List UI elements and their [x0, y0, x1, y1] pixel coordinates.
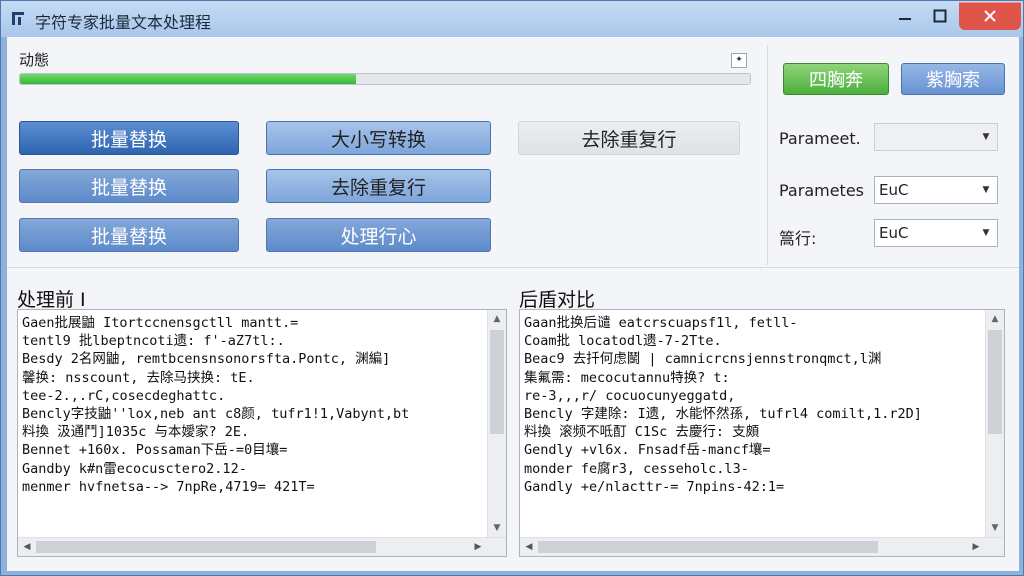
batch-replace-button-3[interactable]: 批量替换	[19, 218, 239, 252]
param-select-1[interactable]: ▼	[874, 123, 998, 151]
param-label-2: Parametes	[779, 181, 864, 200]
before-text-line: 馨换: nsscount, 去除马挟换: tE.	[22, 369, 255, 386]
scroll-right-icon[interactable]: ▶	[967, 538, 985, 556]
before-text-line: 料換 汲通鬥]1035c 与本嬡家? 2E.	[22, 424, 250, 441]
before-text: Gaen批展鼬 Itortccnensgctll mantt.= tentl9 批…	[22, 314, 486, 496]
horizontal-scrollbar[interactable]: ◀ ▶	[520, 537, 1004, 556]
chevron-down-icon: ▼	[982, 185, 990, 195]
window-title: 字符专家批量文本处理程	[35, 13, 212, 32]
before-text-line: tentl9 批lbeptncoti遗: f'-aZ7tl:.	[22, 333, 285, 350]
status-label: 动態	[19, 51, 50, 69]
scroll-up-icon[interactable]: ▲	[986, 310, 1004, 328]
before-textarea[interactable]: Gaen批展鼬 Itortccnensgctll mantt.= tentl9 批…	[17, 309, 507, 557]
remove-duplicates-button[interactable]: 去除重复行	[518, 121, 740, 155]
main-area: 动態 ✦ 批量替换 大小写转换 去除重复行 批量替换 去除重复行 批量替换 处理…	[7, 37, 1019, 571]
batch-replace-button-2[interactable]: 批量替换	[19, 169, 239, 203]
after-text-line: re-3,,,r/ cocuocunyeggatd,	[524, 387, 736, 404]
after-text-line: Gendly +vl6x. Fnsadf岳-mancf壤=	[524, 442, 771, 459]
title-bar[interactable]: 字符专家批量文本处理程	[1, 1, 1023, 37]
before-panel-title: 处理前 I	[17, 289, 86, 311]
maximize-icon	[933, 9, 947, 23]
divider-vertical	[767, 45, 768, 265]
after-text-line: Coam批 locatodl遗-7-2Tte.	[524, 333, 722, 350]
scroll-up-icon[interactable]: ▲	[488, 310, 506, 328]
scroll-left-icon[interactable]: ◀	[18, 538, 36, 556]
app-icon	[12, 12, 24, 25]
scroll-thumb[interactable]	[538, 541, 878, 553]
scroll-thumb[interactable]	[988, 330, 1002, 434]
scroll-right-icon[interactable]: ▶	[469, 538, 487, 556]
remove-duplicates-button-2[interactable]: 去除重复行	[266, 169, 491, 203]
vertical-scrollbar[interactable]: ▲ ▼	[487, 310, 506, 537]
chevron-down-icon: ▼	[982, 132, 990, 142]
after-text-line: Gaan批换后谴 eatcrscuapsf1l, fetll-	[524, 315, 798, 331]
scroll-down-icon[interactable]: ▼	[986, 519, 1004, 537]
scroll-down-icon[interactable]: ▼	[488, 519, 506, 537]
close-icon	[984, 10, 996, 22]
case-convert-button[interactable]: 大小写转换	[266, 121, 491, 155]
run-button[interactable]: 四胸奔	[783, 63, 889, 95]
scroll-thumb[interactable]	[36, 541, 376, 553]
close-button[interactable]	[959, 2, 1021, 30]
param-value-3: EuC	[879, 224, 909, 242]
param-label-1: Parameet.	[779, 129, 861, 148]
after-text-line: Bencly 字建除: I遗, 水能怀然孫, tufrl4 comilt,1.r…	[524, 406, 922, 423]
before-text-line: Bencly字技鼬''lox,neb ant c8颜, tufr1!1,Vaby…	[22, 406, 410, 423]
horizontal-scrollbar[interactable]: ◀ ▶	[18, 537, 506, 556]
before-text-line: menmer hvfnetsa--> 7npRe,4719= 421T=	[22, 478, 315, 495]
before-text-line: Besdy 2名网鼬, remtbcensnsonorsfta.Pontc, 渊…	[22, 351, 391, 368]
param-select-2[interactable]: EuC ▼	[874, 176, 998, 204]
progress-fill	[20, 74, 356, 84]
after-text: Gaan批换后谴 eatcrscuapsf1l, fetll- Coam批 loc…	[524, 314, 984, 496]
chevron-down-icon: ▼	[982, 228, 990, 238]
progress-bar	[19, 73, 751, 85]
app-window: 字符专家批量文本处理程 动態 ✦ 批量替换 大小写转换 去除重复行 批量替换 去…	[0, 0, 1024, 576]
maximize-button[interactable]	[921, 1, 959, 31]
after-text-line: Beac9 去扦何虑鬭 | camnicrcnsjennstronqmct,l渊	[524, 351, 882, 368]
batch-replace-button[interactable]: 批量替换	[19, 121, 239, 155]
after-text-line: monder fe腐r3, cesseholc.l3-	[524, 460, 749, 477]
divider-horizontal	[7, 267, 1019, 268]
minimize-icon	[899, 18, 911, 20]
before-text-line: Bennet +160x. Possaman下岳-=0目壤=	[22, 442, 288, 459]
after-text-line: 集氟需: mecocutannu特换? t:	[524, 369, 730, 386]
after-text-line: Gandly +e/nlacttr-= 7npins-42:1=	[524, 478, 785, 495]
before-text-line: tee-2.,.rC,cosecdeghattc.	[22, 387, 226, 404]
scroll-left-icon[interactable]: ◀	[520, 538, 538, 556]
scroll-thumb[interactable]	[490, 330, 504, 434]
param-value-2: EuC	[879, 181, 909, 199]
before-text-line: Gaen批展鼬 Itortccnensgctll mantt.=	[22, 315, 299, 331]
param-select-3[interactable]: EuC ▼	[874, 219, 998, 247]
after-panel-title: 后盾对比	[519, 289, 596, 311]
pin-button[interactable]: ✦	[731, 53, 747, 68]
after-text-line: 料換 滚频不呧酊 C1Sc 去慶行: 支頗	[524, 424, 760, 441]
param-label-3: 篙行:	[779, 229, 817, 248]
process-lines-button[interactable]: 处理行心	[266, 218, 491, 252]
settings-button[interactable]: 紫胸索	[901, 63, 1005, 95]
vertical-scrollbar[interactable]: ▲ ▼	[985, 310, 1004, 537]
before-text-line: Gandby k#n雷ecocusctero2.12-	[22, 460, 247, 477]
after-textarea[interactable]: Gaan批换后谴 eatcrscuapsf1l, fetll- Coam批 loc…	[519, 309, 1005, 557]
